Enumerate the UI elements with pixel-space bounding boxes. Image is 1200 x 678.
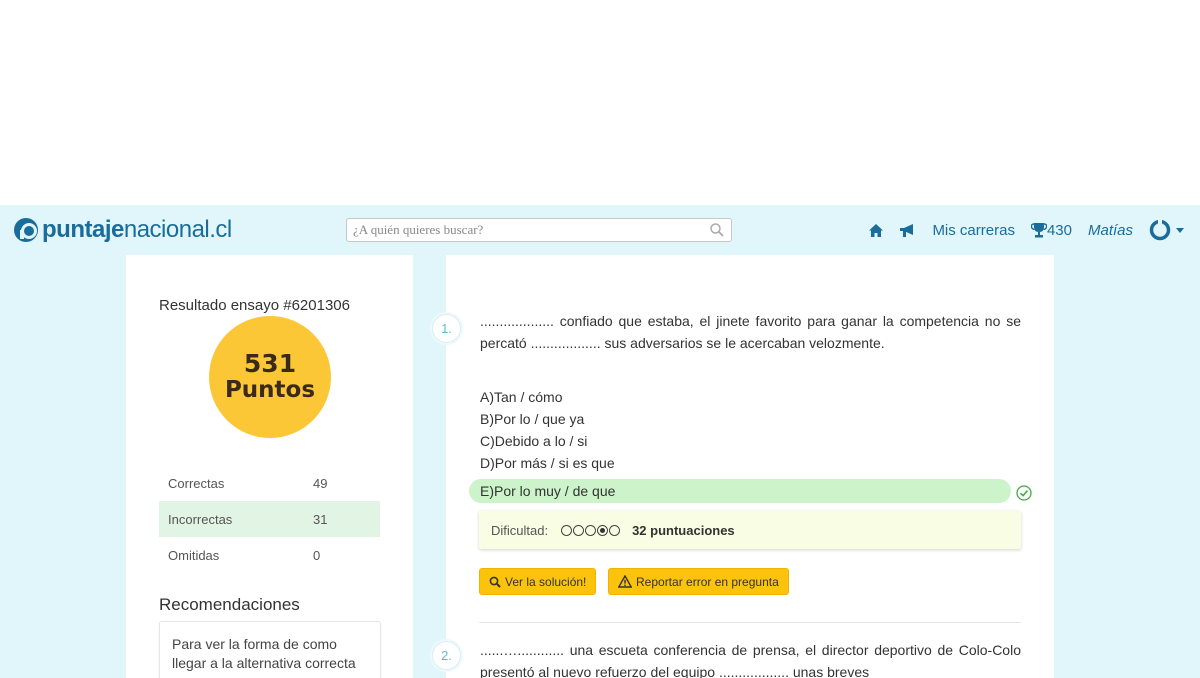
search-box [346, 218, 732, 242]
question-number-1: 1. [432, 314, 461, 343]
trophy-points[interactable]: 430 [1030, 221, 1072, 239]
trophy-icon [1030, 223, 1047, 238]
chevron-down-icon [1176, 227, 1184, 233]
avatar-icon [1149, 219, 1171, 241]
stat-row-incorrectas: Incorrectas 31 [159, 501, 380, 537]
view-solution-button[interactable]: Ver la solución! [479, 568, 597, 595]
difficulty-dot[interactable] [609, 524, 621, 536]
announcements-link[interactable] [899, 223, 916, 238]
magnifier-icon [489, 576, 501, 588]
results-sidebar: Resultado ensayo #6201306 531 Puntos Cor… [126, 255, 413, 678]
difficulty-dot[interactable] [585, 524, 597, 536]
questions-panel: 1. ................... confiado que esta… [432, 255, 1054, 678]
score-badge: 531 Puntos [209, 316, 331, 438]
recommendations-title: Recomendaciones [159, 595, 300, 614]
stats-table: Correctas 49 Incorrectas 31 Omitidas 0 [159, 465, 380, 573]
ratings-count: 32 puntuaciones [632, 522, 735, 538]
result-title: Resultado ensayo #6201306 [159, 297, 350, 314]
nav-right: Mis carreras 430 Matías [853, 217, 1184, 243]
question-options-1: A)Tan / cómo B)Por lo / que ya C)Debido … [480, 386, 615, 474]
search-icon[interactable] [709, 222, 725, 238]
logo-text: puntajenacional.cl [42, 216, 232, 243]
report-error-button[interactable]: Reportar error en pregunta [608, 568, 789, 595]
search-input[interactable] [347, 219, 697, 241]
option-b[interactable]: B)Por lo / que ya [480, 408, 615, 430]
stat-row-omitidas: Omitidas 0 [168, 547, 321, 563]
difficulty-rating[interactable] [561, 524, 621, 536]
option-c[interactable]: C)Debido a lo / si [480, 430, 615, 452]
difficulty-dot[interactable] [561, 524, 573, 536]
site-logo[interactable]: puntajenacional.cl [14, 216, 232, 243]
option-a[interactable]: A)Tan / cómo [480, 386, 615, 408]
logo-icon [14, 218, 38, 242]
user-menu[interactable] [1149, 219, 1184, 241]
question-text-2: ......…............ una escueta conferen… [480, 642, 1021, 678]
stat-row-correctas: Correctas 49 [168, 475, 328, 491]
home-link[interactable] [869, 223, 884, 237]
score-label: Puntos [224, 377, 316, 403]
option-d[interactable]: D)Por más / si es que [480, 452, 615, 474]
navbar: puntajenacional.cl Mis carreras [0, 205, 1200, 255]
user-name-link[interactable]: Matías [1088, 222, 1133, 239]
question-divider [479, 622, 1021, 623]
warning-icon [618, 575, 632, 588]
question-number-2: 2. [432, 641, 461, 670]
trophy-count: 430 [1046, 221, 1072, 239]
difficulty-panel: Dificultad: 32 puntuaciones [479, 511, 1021, 549]
score-number: 531 [243, 349, 297, 378]
home-icon [869, 223, 884, 237]
question-text-1: ................... confiado que estaba,… [480, 313, 1021, 351]
recommendations-box: Para ver la forma de como llegar a la al… [159, 621, 381, 678]
difficulty-dot[interactable] [573, 524, 585, 536]
difficulty-dot[interactable] [597, 524, 609, 536]
difficulty-label: Dificultad: [491, 522, 549, 538]
megaphone-icon [900, 223, 914, 237]
mis-carreras-link[interactable]: Mis carreras [932, 222, 1015, 239]
check-circle-icon [1016, 485, 1032, 501]
option-e-correct[interactable]: E)Por lo muy / de que [469, 479, 1011, 503]
